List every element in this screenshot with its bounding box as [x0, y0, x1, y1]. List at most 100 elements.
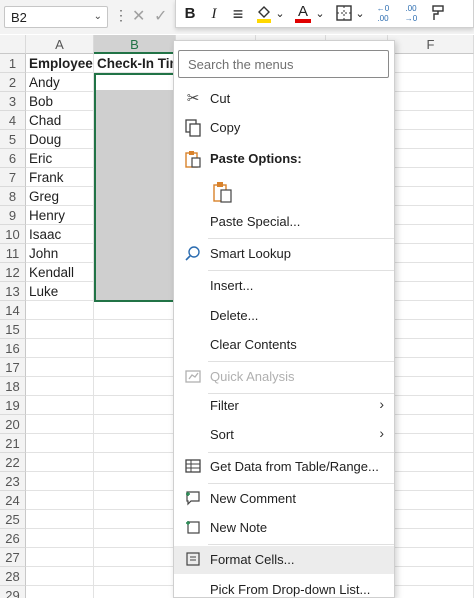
row-header[interactable]: 5 — [0, 130, 26, 149]
cell-a5[interactable]: Doug — [26, 130, 94, 149]
cell-a1[interactable]: Employee — [26, 54, 94, 73]
menu-item-smart-lookup[interactable]: Smart Lookup — [174, 240, 394, 268]
selected-range[interactable] — [94, 73, 176, 302]
row-header[interactable]: 11 — [0, 244, 26, 263]
row-header[interactable]: 3 — [0, 92, 26, 111]
row-header[interactable]: 2 — [0, 73, 26, 92]
cell-f13[interactable] — [388, 282, 474, 301]
cell-a10[interactable]: Isaac — [26, 225, 94, 244]
row-header[interactable]: 10 — [0, 225, 26, 244]
cell-f24[interactable] — [388, 491, 474, 510]
cell-b24[interactable] — [94, 491, 176, 510]
menu-item-clear-contents[interactable]: Clear Contents — [174, 331, 394, 359]
row-header[interactable]: 28 — [0, 567, 26, 586]
enter-check-icon[interactable]: ✓ — [154, 6, 167, 26]
cell-f25[interactable] — [388, 510, 474, 529]
cell-f23[interactable] — [388, 472, 474, 491]
font-color-dropdown[interactable]: ⌄ — [315, 4, 325, 24]
row-header[interactable]: 13 — [0, 282, 26, 301]
menu-item-new-note[interactable]: New Note — [174, 514, 394, 542]
decrease-decimal-button[interactable]: .00 →0 — [400, 4, 422, 24]
cell-b18[interactable] — [94, 377, 176, 396]
cell-a23[interactable] — [26, 472, 94, 491]
cell-f26[interactable] — [388, 529, 474, 548]
row-header[interactable]: 7 — [0, 168, 26, 187]
menu-item-insert[interactable]: Insert... — [174, 272, 394, 300]
cell-f1[interactable] — [388, 54, 474, 73]
align-center-button[interactable]: ≡ — [228, 4, 248, 24]
menu-item-copy[interactable]: Copy — [174, 114, 394, 142]
cell-f22[interactable] — [388, 453, 474, 472]
column-header-f[interactable]: F — [388, 35, 474, 54]
menu-item-delete[interactable]: Delete... — [174, 302, 394, 330]
row-header[interactable]: 26 — [0, 529, 26, 548]
cell-f8[interactable] — [388, 187, 474, 206]
bold-button[interactable]: B — [182, 4, 198, 24]
cell-b14[interactable] — [94, 301, 176, 320]
row-header[interactable]: 16 — [0, 339, 26, 358]
fill-color-dropdown[interactable]: ⌄ — [275, 4, 285, 24]
cell-f18[interactable] — [388, 377, 474, 396]
fill-color-button[interactable] — [254, 4, 274, 24]
menu-item-format-cells[interactable]: Format Cells... — [174, 546, 394, 574]
cell-f16[interactable] — [388, 339, 474, 358]
menu-item-sort[interactable]: Sort › — [174, 421, 394, 449]
cell-a6[interactable]: Eric — [26, 149, 94, 168]
cell-a16[interactable] — [26, 339, 94, 358]
cell-a20[interactable] — [26, 415, 94, 434]
cell-a4[interactable]: Chad — [26, 111, 94, 130]
cell-a13[interactable]: Luke — [26, 282, 94, 301]
cell-f19[interactable] — [388, 396, 474, 415]
font-color-button[interactable]: A — [294, 4, 312, 24]
cell-f9[interactable] — [388, 206, 474, 225]
cell-a2[interactable]: Andy — [26, 73, 94, 92]
row-header[interactable]: 14 — [0, 301, 26, 320]
column-header-b[interactable]: B — [94, 35, 176, 54]
cancel-icon[interactable]: ✕ — [132, 6, 145, 26]
cell-a26[interactable] — [26, 529, 94, 548]
row-header[interactable]: 19 — [0, 396, 26, 415]
cell-b29[interactable] — [94, 586, 176, 598]
cell-f17[interactable] — [388, 358, 474, 377]
menu-item-pick-from-list[interactable]: Pick From Drop-down List... — [174, 576, 394, 598]
cell-a19[interactable] — [26, 396, 94, 415]
cell-f21[interactable] — [388, 434, 474, 453]
row-header[interactable]: 15 — [0, 320, 26, 339]
cell-f27[interactable] — [388, 548, 474, 567]
cell-a11[interactable]: John — [26, 244, 94, 263]
row-header[interactable]: 25 — [0, 510, 26, 529]
column-header-a[interactable]: A — [26, 35, 94, 54]
cell-a27[interactable] — [26, 548, 94, 567]
borders-dropdown[interactable]: ⌄ — [355, 4, 365, 24]
cell-a14[interactable] — [26, 301, 94, 320]
menu-item-get-data[interactable]: Get Data from Table/Range... — [174, 453, 394, 481]
cell-f14[interactable] — [388, 301, 474, 320]
cell-a25[interactable] — [26, 510, 94, 529]
row-header[interactable]: 17 — [0, 358, 26, 377]
cell-a29[interactable] — [26, 586, 94, 598]
cell-a21[interactable] — [26, 434, 94, 453]
cell-b20[interactable] — [94, 415, 176, 434]
row-header[interactable]: 8 — [0, 187, 26, 206]
more-options-icon[interactable]: ⋮ — [114, 8, 128, 22]
borders-button[interactable] — [334, 4, 354, 24]
cell-b26[interactable] — [94, 529, 176, 548]
cell-a17[interactable] — [26, 358, 94, 377]
cell-f7[interactable] — [388, 168, 474, 187]
cell-a9[interactable]: Henry — [26, 206, 94, 225]
row-header[interactable]: 24 — [0, 491, 26, 510]
format-painter-button[interactable] — [426, 4, 446, 24]
row-header[interactable]: 9 — [0, 206, 26, 225]
italic-button[interactable]: I — [206, 4, 222, 24]
search-menus-input[interactable]: Search the menus — [178, 50, 389, 78]
cell-b17[interactable] — [94, 358, 176, 377]
cell-a8[interactable]: Greg — [26, 187, 94, 206]
cell-a18[interactable] — [26, 377, 94, 396]
menu-item-paste-special[interactable]: Paste Special... — [174, 208, 394, 236]
cell-b1[interactable]: Check-In Time — [94, 54, 189, 73]
row-header[interactable]: 12 — [0, 263, 26, 282]
cell-a24[interactable] — [26, 491, 94, 510]
row-header[interactable]: 27 — [0, 548, 26, 567]
cell-f29[interactable] — [388, 586, 474, 598]
paste-default-option[interactable] — [174, 175, 394, 209]
